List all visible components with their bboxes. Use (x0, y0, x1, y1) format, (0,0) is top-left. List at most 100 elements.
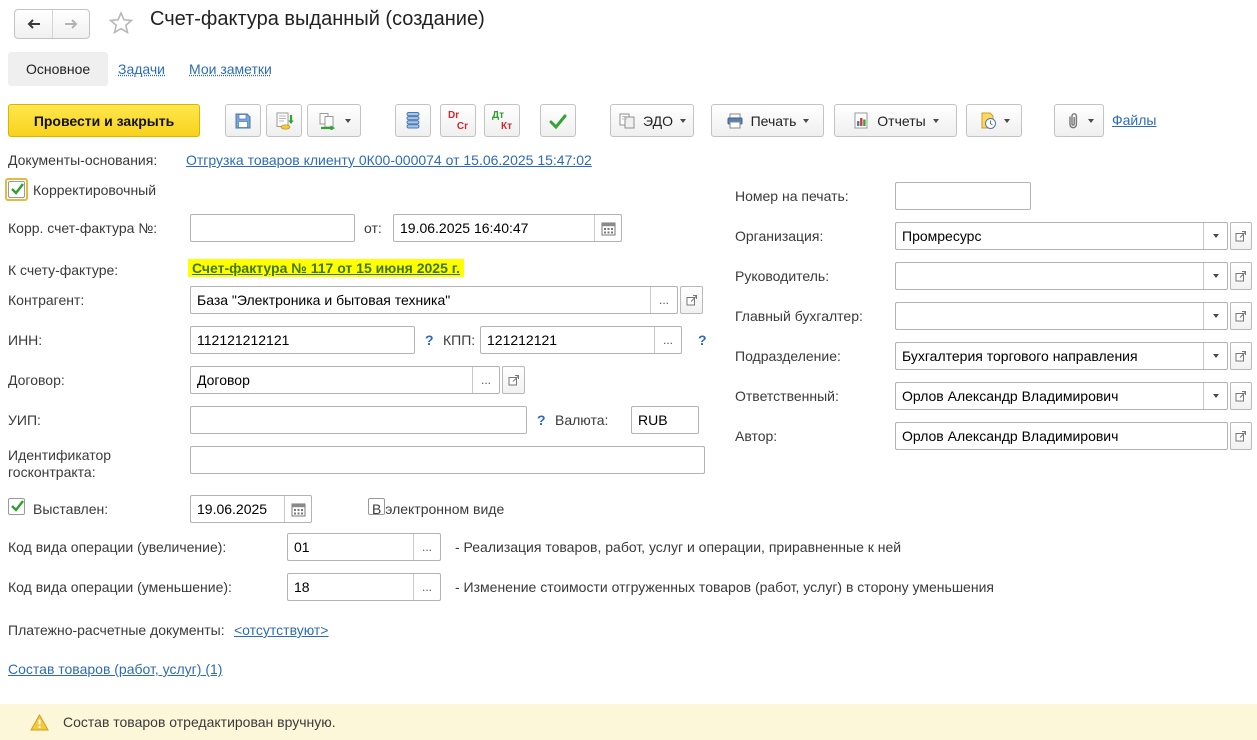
author-field[interactable] (895, 422, 1228, 450)
payment-docs-link[interactable]: <отсутствуют> (234, 622, 329, 638)
to-invoice-label: К счету-фактуре: (8, 262, 118, 278)
edo-label: ЭДО (643, 113, 673, 129)
author-input[interactable] (896, 423, 1227, 449)
reports-caret-icon (933, 119, 939, 123)
warning-text: Состав товаров отредактирован вручную. (63, 714, 336, 730)
gov-contract-input[interactable] (190, 446, 705, 474)
uip-input[interactable] (190, 406, 527, 434)
basis-label: Документы-основания: (8, 152, 157, 168)
edo-button[interactable]: ЭДО (610, 104, 694, 137)
author-open-button[interactable] (1230, 422, 1252, 450)
forward-button[interactable] (52, 10, 89, 38)
check-icon (548, 112, 568, 130)
manager-dropdown-button[interactable] (1203, 263, 1227, 289)
caret-down-icon (1213, 314, 1219, 318)
post-and-close-label: Провести и закрыть (34, 113, 174, 129)
tab-notes[interactable]: Мои заметки (189, 61, 272, 77)
op-code-increase-input[interactable] (288, 534, 413, 560)
goods-content-link[interactable]: Состав товаров (работ, услуг) (1) (8, 661, 222, 677)
chief-accountant-field[interactable] (895, 302, 1228, 330)
author-label: Автор: (735, 428, 777, 444)
responsible-field[interactable] (895, 382, 1228, 410)
save-button[interactable] (225, 104, 261, 137)
op-code-decrease-choose-button[interactable]: ... (413, 574, 440, 600)
contract-input[interactable] (191, 367, 472, 393)
dtkt-button[interactable]: ДтКт (484, 104, 520, 137)
responsible-label: Ответственный: (735, 388, 839, 404)
manager-open-button[interactable] (1230, 262, 1252, 290)
responsible-open-button[interactable] (1230, 382, 1252, 410)
contract-field[interactable]: ... (190, 366, 500, 394)
tab-tasks[interactable]: Задачи (118, 61, 165, 77)
kpp-help-icon[interactable]: ? (698, 332, 707, 348)
create-based-on-button[interactable] (307, 104, 361, 137)
invoice-issued-window: Счет-фактура выданный (создание) Основно… (0, 0, 1257, 740)
print-button[interactable]: Печать (711, 104, 824, 137)
op-code-increase-choose-button[interactable]: ... (413, 534, 440, 560)
drcr-button[interactable]: DrCr (440, 104, 476, 137)
print-number-input[interactable] (895, 182, 1031, 210)
issued-date-input[interactable] (191, 496, 284, 522)
corrective-checkbox[interactable] (8, 181, 25, 198)
issued-checkbox[interactable] (8, 498, 25, 515)
issued-date-field[interactable] (190, 495, 312, 523)
currency-input[interactable] (631, 406, 699, 434)
files-link[interactable]: Файлы (1112, 112, 1156, 128)
inn-input[interactable] (190, 326, 415, 354)
op-code-increase-field[interactable]: ... (287, 533, 441, 561)
organization-dropdown-button[interactable] (1203, 223, 1227, 249)
corr-date-field[interactable] (393, 214, 622, 242)
counterparty-input[interactable] (191, 287, 650, 313)
post-and-close-button[interactable]: Провести и закрыть (8, 104, 200, 137)
electronic-label: В электронном виде (372, 501, 504, 517)
kpp-label: КПП: (443, 332, 475, 348)
corr-number-input[interactable] (190, 214, 355, 242)
op-code-decrease-field[interactable]: ... (287, 573, 441, 601)
organization-open-button[interactable] (1230, 222, 1252, 250)
check-posting-button[interactable] (540, 104, 576, 137)
attach-button[interactable] (1054, 104, 1104, 137)
corr-date-calendar-button[interactable] (594, 215, 621, 241)
reports-label: Отчеты (877, 113, 925, 129)
print-caret-icon (803, 119, 809, 123)
department-input[interactable] (896, 343, 1203, 369)
manager-field[interactable] (895, 262, 1228, 290)
to-invoice-link[interactable]: Счет-фактура № 117 от 15 июня 2025 г. (188, 259, 464, 277)
chief-accountant-dropdown-button[interactable] (1203, 303, 1227, 329)
register-records-button[interactable] (395, 104, 431, 137)
chief-accountant-open-button[interactable] (1230, 302, 1252, 330)
department-dropdown-button[interactable] (1203, 343, 1227, 369)
basis-document-link[interactable]: Отгрузка товаров клиенту 0К00-000074 от … (186, 152, 592, 168)
favorite-star-icon[interactable] (109, 11, 133, 37)
responsible-dropdown-button[interactable] (1203, 383, 1227, 409)
counterparty-field[interactable]: ... (190, 286, 678, 314)
department-field[interactable] (895, 342, 1228, 370)
issued-date-calendar-button[interactable] (284, 496, 311, 522)
kpp-field[interactable]: ... (480, 326, 682, 354)
contract-open-button[interactable] (502, 366, 525, 394)
post-document-button[interactable] (266, 104, 302, 137)
op-code-increase-description: - Реализация товаров, работ, услуг и опе… (455, 539, 901, 555)
organization-field[interactable] (895, 222, 1228, 250)
uip-help-icon[interactable]: ? (537, 412, 546, 428)
corr-date-input[interactable] (394, 215, 594, 241)
kpp-choose-button[interactable]: ... (654, 327, 681, 353)
responsible-input[interactable] (896, 383, 1203, 409)
reports-button[interactable]: Отчеты (834, 104, 957, 137)
inn-help-icon[interactable]: ? (425, 332, 434, 348)
counterparty-choose-button[interactable]: ... (650, 287, 677, 313)
op-code-decrease-input[interactable] (288, 574, 413, 600)
department-open-button[interactable] (1230, 342, 1252, 370)
print-label: Печать (751, 113, 797, 129)
contract-choose-button[interactable]: ... (472, 367, 499, 393)
counterparty-open-button[interactable] (680, 286, 703, 314)
tab-main[interactable]: Основное (8, 52, 108, 86)
deadline-button[interactable] (966, 104, 1022, 137)
organization-input[interactable] (896, 223, 1203, 249)
chief-accountant-input[interactable] (896, 303, 1203, 329)
back-button[interactable] (15, 10, 52, 38)
kpp-input[interactable] (481, 327, 654, 353)
manager-input[interactable] (896, 263, 1203, 289)
open-icon (686, 294, 698, 306)
caret-down-icon (1213, 394, 1219, 398)
